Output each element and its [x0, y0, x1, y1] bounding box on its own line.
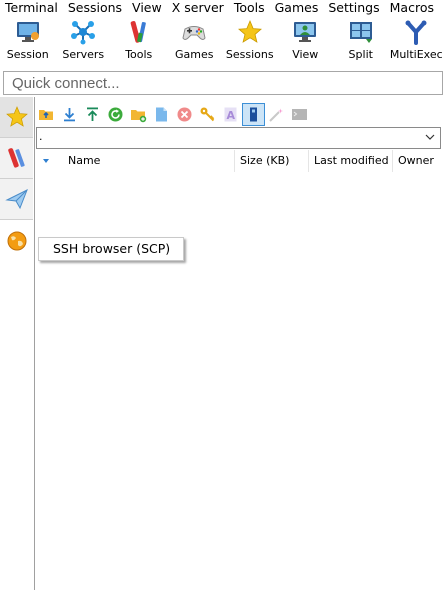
split-icon [349, 22, 372, 43]
menu-macros[interactable]: Macros [385, 0, 439, 16]
tooltip-text: SSH browser (SCP) [53, 241, 171, 256]
ssh-browser-panel: A . Name Size (KB) Last modified Owner [35, 97, 444, 590]
column-name[interactable]: Name [35, 150, 235, 172]
split-label: Split [348, 48, 373, 61]
download-button[interactable] [58, 103, 81, 126]
rename-icon: A [224, 107, 237, 122]
new-file-button[interactable] [150, 103, 173, 126]
sessions-label: Sessions [225, 48, 274, 61]
view-icon [294, 22, 317, 42]
column-size[interactable]: Size (KB) [235, 150, 309, 172]
sessions-button[interactable]: Sessions [222, 16, 278, 66]
side-tab-bar [0, 97, 35, 590]
permissions-button[interactable] [196, 103, 219, 126]
column-name-label: Name [68, 154, 101, 167]
download-icon [64, 107, 75, 121]
upload-button[interactable] [81, 103, 104, 126]
wand-button[interactable] [265, 103, 288, 126]
column-last-modified-label: Last modified [314, 154, 389, 167]
session-icon [16, 22, 39, 42]
new-file-icon [156, 107, 167, 121]
star-icon [237, 19, 262, 43]
column-owner[interactable]: Owner [393, 150, 444, 172]
path-combobox[interactable]: . [36, 127, 441, 149]
column-last-modified[interactable]: Last modified [309, 150, 393, 172]
upload-folder-button[interactable] [35, 103, 58, 126]
tab-send[interactable] [0, 179, 33, 220]
view-button[interactable]: View [278, 16, 334, 66]
games-label: Games [175, 48, 214, 61]
menu-settings[interactable]: Settings [323, 0, 384, 16]
delete-button[interactable] [173, 103, 196, 126]
tab-tools[interactable] [0, 138, 33, 179]
terminal-icon [292, 108, 307, 120]
sort-arrow-icon [43, 159, 49, 163]
chevron-down-icon[interactable] [424, 131, 436, 143]
session-button[interactable]: Session [0, 16, 56, 66]
refresh-icon [108, 107, 123, 121]
column-size-label: Size (KB) [240, 154, 290, 167]
menu-bar: Terminal Sessions View X server Tools Ga… [0, 0, 444, 16]
servers-button[interactable]: Servers [56, 16, 112, 66]
path-value: . [39, 130, 43, 143]
games-icon [182, 26, 206, 40]
menu-games[interactable]: Games [270, 0, 324, 16]
mobaxterm-window: Terminal Sessions View X server Tools Ga… [0, 0, 444, 590]
menu-view[interactable]: View [127, 0, 167, 16]
star-icon [5, 106, 28, 127]
games-button[interactable]: Games [167, 16, 223, 66]
menu-terminal[interactable]: Terminal [0, 0, 63, 16]
tab-favorites[interactable] [0, 97, 33, 138]
upload-icon [87, 107, 98, 121]
column-owner-label: Owner [398, 154, 434, 167]
upload-folder-icon [39, 109, 53, 120]
show-hidden-files-button[interactable] [242, 102, 265, 126]
multiexec-button[interactable]: MultiExec [389, 16, 444, 66]
terminal-button[interactable] [288, 103, 311, 126]
tools-label: Tools [125, 48, 153, 61]
tab-ssh-browser[interactable] [0, 220, 33, 261]
multiexec-icon [405, 20, 427, 45]
session-label: Session [6, 48, 49, 61]
new-folder-button[interactable] [127, 103, 150, 126]
menu-tools[interactable]: Tools [229, 0, 270, 16]
hidden-files-icon [250, 107, 257, 121]
multiexec-label: MultiExec [389, 48, 443, 61]
paper-plane-icon [4, 188, 28, 210]
tools-icon [7, 148, 25, 168]
globe-icon [7, 231, 26, 250]
ssh-browser-tooltip: SSH browser (SCP) [38, 237, 184, 261]
servers-icon [71, 21, 96, 45]
main-toolbar: Session Servers Tools Games Sessions Vie… [0, 16, 444, 66]
view-label: View [292, 48, 319, 61]
delete-icon [177, 107, 192, 121]
svg-text:A: A [227, 109, 236, 122]
servers-label: Servers [62, 48, 105, 61]
key-icon [200, 107, 215, 121]
refresh-button[interactable] [104, 103, 127, 126]
wand-icon [269, 108, 283, 122]
quick-connect-input[interactable] [3, 71, 443, 95]
tools-button[interactable]: Tools [111, 16, 167, 66]
menu-x-server[interactable]: X server [167, 0, 229, 16]
split-button[interactable]: Split [333, 16, 389, 66]
browser-toolbar: A [35, 102, 311, 126]
menu-sessions[interactable]: Sessions [63, 0, 127, 16]
new-folder-icon [131, 109, 147, 122]
rename-button[interactable]: A [219, 103, 242, 126]
file-list-header: Name Size (KB) Last modified Owner [35, 150, 444, 172]
tools-icon [130, 21, 146, 43]
